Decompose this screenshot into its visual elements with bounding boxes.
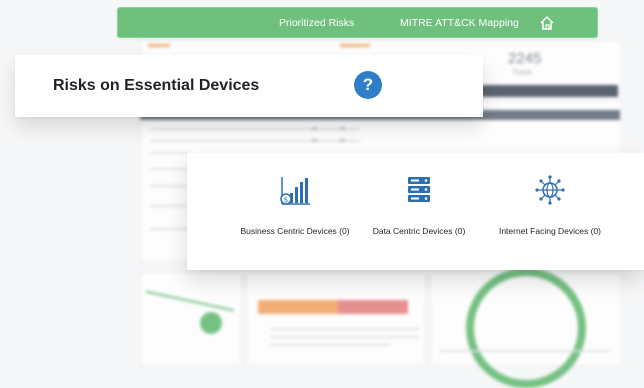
bg-bar-panel (246, 272, 426, 366)
page-title: Risks on Essential Devices (53, 77, 260, 94)
category-data-centric[interactable]: Data Centric Devices (0) (359, 173, 479, 236)
bg-trend-panel (140, 272, 242, 366)
bg-row (150, 152, 190, 154)
bg-row-marker (340, 127, 345, 130)
home-icon[interactable] (538, 14, 556, 32)
bg-gauge-ring (466, 268, 586, 388)
category-label: Internet Facing Devices (0) (498, 226, 602, 236)
category-internet-facing[interactable]: Internet Facing Devices (0) (485, 173, 615, 236)
help-icon[interactable]: ? (354, 71, 382, 99)
top-nav-bar: Prioritized Risks MITRE ATT&CK Mapping (117, 7, 598, 38)
bg-row-marker (312, 139, 317, 142)
bg-stat-bar (148, 44, 170, 47)
bg-row (150, 205, 190, 207)
bg-orange-bar (258, 300, 338, 314)
category-label: Business Centric Devices (0) (240, 226, 350, 236)
bg-row (150, 140, 360, 142)
bg-row-marker (340, 139, 345, 142)
bg-row (150, 128, 360, 130)
bg-text (440, 350, 610, 352)
bg-stat-bar (340, 44, 370, 47)
network-globe-icon (485, 173, 615, 212)
bg-row (150, 168, 190, 170)
device-category-card: $ Business Centric Devices (0) Data Cent… (187, 153, 644, 270)
category-label: Data Centric Devices (0) (372, 226, 466, 236)
bg-stat-value: 2245 (508, 50, 542, 67)
bg-stat-label: Track (512, 68, 532, 77)
category-business-centric[interactable]: $ Business Centric Devices (0) (215, 173, 375, 236)
bg-text (270, 328, 420, 330)
nav-link-prioritized-risks[interactable]: Prioritized Risks (279, 17, 354, 29)
nav-link-mitre-attack-mapping[interactable]: MITRE ATT&CK Mapping (400, 17, 519, 29)
svg-text:$: $ (284, 196, 288, 204)
title-card: Risks on Essential Devices ? (15, 55, 483, 117)
bg-text (270, 336, 420, 338)
bg-row (150, 228, 190, 230)
bg-red-bar (338, 300, 408, 314)
business-chart-icon: $ (215, 173, 375, 212)
bg-table-toolbar (468, 85, 618, 97)
bg-row-marker (312, 127, 317, 130)
database-icon (359, 173, 479, 212)
bg-row (150, 185, 190, 187)
bg-text (270, 344, 390, 346)
bg-trend-dot (200, 312, 222, 334)
